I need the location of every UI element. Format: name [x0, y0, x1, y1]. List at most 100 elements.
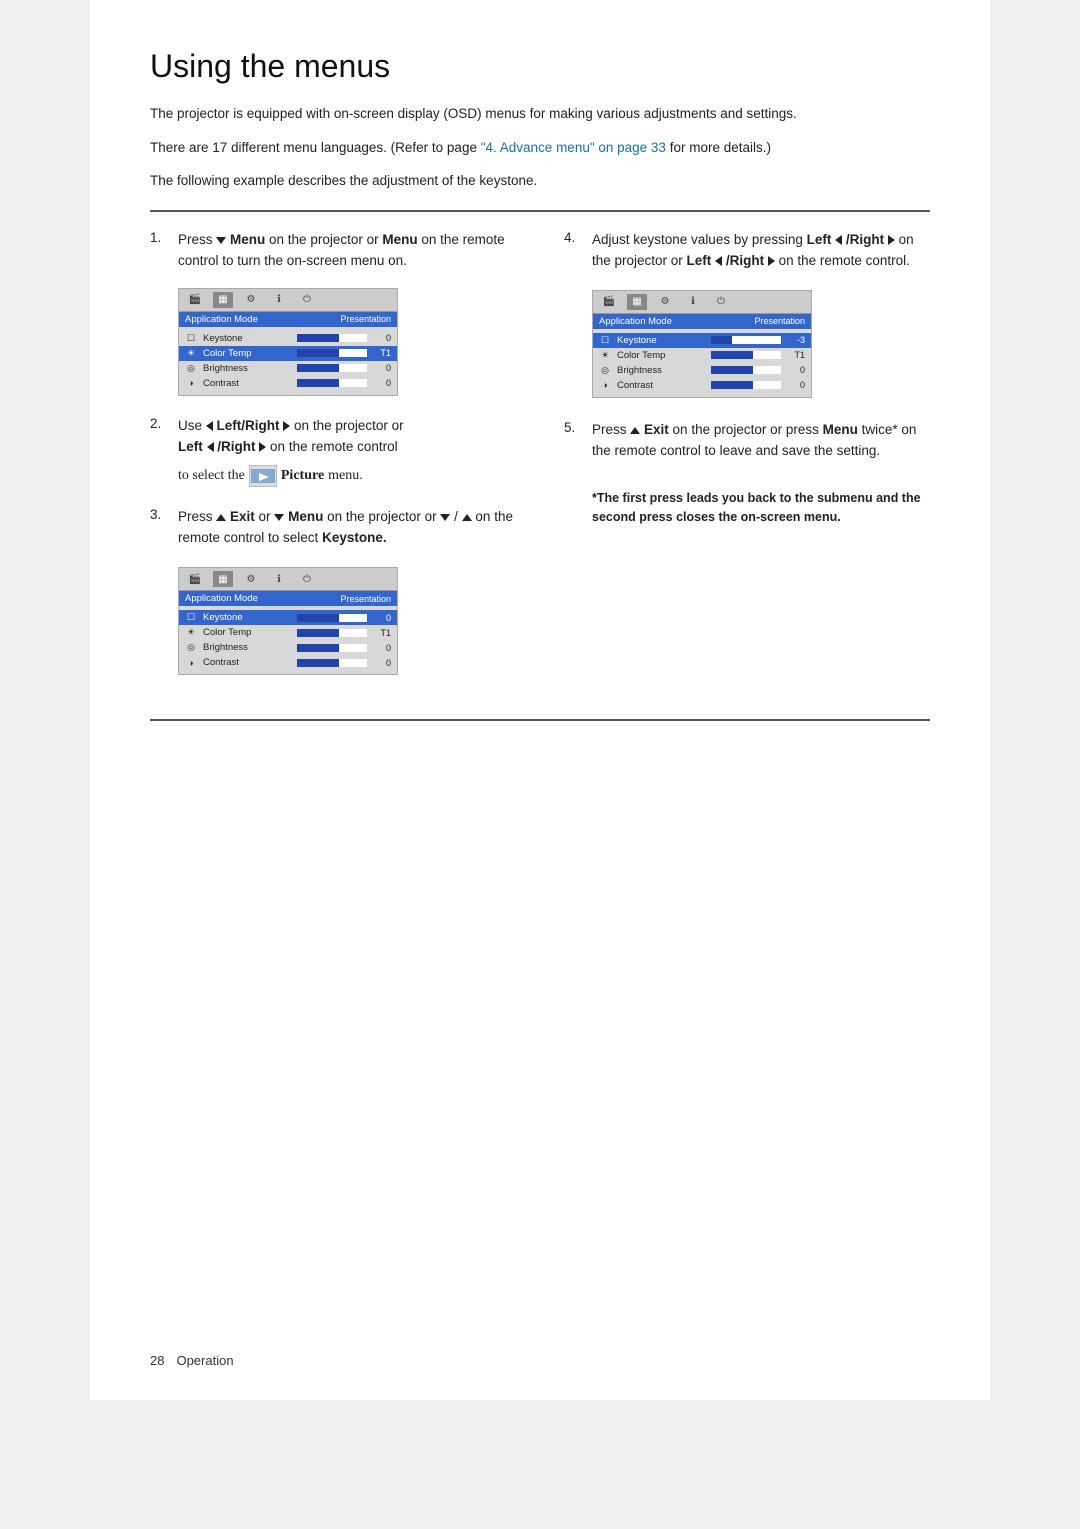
right-column: 4. Adjust keystone values by pressing Le…: [556, 230, 930, 696]
picture-menu-icon: [249, 465, 277, 487]
brightness-val-2: 0: [373, 643, 391, 653]
brightness-icon-1: ◎: [185, 363, 197, 374]
left-arrow-icon-4b: [715, 256, 722, 266]
menu-icon-power: ⏻: [297, 292, 317, 308]
step-4-num: 4.: [564, 230, 592, 245]
keystone-val-1: 0: [373, 333, 391, 343]
menu-titlebar-1: 🎬 ▦ ⚙ ℹ ⏻: [179, 289, 397, 312]
contrast-icon-3: ◑: [599, 380, 611, 390]
intro-paragraph-1: The projector is equipped with on-screen…: [150, 103, 930, 125]
contrast-icon-1: ◑: [185, 378, 197, 388]
menu-icon-info-3: ℹ: [683, 294, 703, 310]
intro2-suffix: for more details.): [666, 140, 771, 155]
colortemp-val-1: T1: [373, 348, 391, 358]
menu-row-contrast-2: ◑ Contrast 0: [179, 655, 397, 670]
brightness-bar-2: [297, 644, 367, 652]
colortemp-val-2: T1: [373, 628, 391, 638]
step-4-header: 4. Adjust keystone values by pressing Le…: [564, 230, 930, 272]
app-mode-label-3: Application Mode: [599, 316, 754, 327]
app-mode-row-2: Application Mode Presentation: [179, 591, 397, 606]
colortemp-icon-1: ☀: [185, 348, 197, 359]
intro-paragraph-2: There are 17 different menu languages. (…: [150, 137, 930, 159]
step-2-num: 2.: [150, 416, 178, 431]
footer-section-label: Operation: [176, 1353, 233, 1368]
step-2-picture-line: to select the Picture menu.: [178, 465, 516, 487]
colortemp-label-3: Color Temp: [617, 350, 705, 361]
advance-menu-link[interactable]: "4. Advance menu" on page 33: [481, 140, 666, 155]
step-1-num: 1.: [150, 230, 178, 245]
colortemp-bar-2: [297, 629, 367, 637]
menu-icons-1: 🎬 ▦ ⚙ ℹ ⏻: [185, 292, 317, 308]
app-mode-label-2: Application Mode: [185, 593, 340, 604]
keystone-bar-1: [297, 334, 367, 342]
step4-left-bold: Left: [807, 232, 832, 247]
page-title: Using the menus: [150, 48, 930, 85]
exit-up-arrow-icon: [216, 514, 226, 521]
step-5-text: Press Exit on the projector or press Men…: [592, 420, 930, 462]
menu-icon-display: ▦: [213, 292, 233, 308]
app-mode-label-1: Application Mode: [185, 314, 340, 325]
app-mode-row-1: Application Mode Presentation: [179, 312, 397, 327]
step2-picture-bold: Picture: [281, 468, 324, 484]
step-5-header: 5. Press Exit on the projector or press …: [564, 420, 930, 462]
menu-titlebar-2: 🎬 ▦ ⚙ ℹ ⏻: [179, 568, 397, 591]
menu-row-colortemp-2: ☀ Color Temp T1: [179, 625, 397, 640]
brightness-val-1: 0: [373, 363, 391, 373]
keystone-val-2: 0: [373, 613, 391, 623]
contrast-label-1: Contrast: [203, 378, 291, 389]
app-mode-row-3: Application Mode Presentation: [593, 314, 811, 329]
step-3-text: Press Exit or Menu on the projector or /…: [178, 507, 516, 549]
down-arrow-icon-3b: [440, 514, 450, 521]
contrast-bar-3: [711, 381, 781, 389]
menu-icon-film: 🎬: [185, 292, 205, 308]
footer-page-num: 28: [150, 1353, 164, 1368]
step-3: 3. Press Exit or Menu on the projector o…: [150, 507, 516, 675]
keystone-icon-3: ☐: [599, 335, 611, 346]
colortemp-label-1: Color Temp: [203, 348, 291, 359]
step-2-text: Use Left/Right on the projector or Left …: [178, 416, 516, 458]
step5-menu-bold: Menu: [823, 422, 858, 437]
step-1-text: Press Menu on the projector or Menu on t…: [178, 230, 516, 272]
menu-rows-1: ☐ Keystone 0 ☀ Color Temp T1 ◎: [179, 327, 397, 395]
contrast-icon-2: ◑: [185, 658, 197, 668]
menu-screenshot-3: 🎬 ▦ ⚙ ℹ ⏻ Application Mode Presentation: [592, 290, 812, 398]
step2-left-bold2: Left: [178, 439, 203, 454]
up-arrow-icon-3b: [462, 514, 472, 521]
menu-row-brightness-2: ◎ Brightness 0: [179, 640, 397, 655]
menu-icon-settings: ⚙: [241, 292, 261, 308]
contrast-bar-2: [297, 659, 367, 667]
right-arrow-icon-4a: [888, 235, 895, 245]
keystone-icon-2: ☐: [185, 612, 197, 623]
keystone-icon-1: ☐: [185, 333, 197, 344]
colortemp-label-2: Color Temp: [203, 627, 291, 638]
keystone-label-3: Keystone: [617, 335, 705, 346]
app-mode-val-2: Presentation: [340, 594, 391, 604]
menu-icon-settings-3: ⚙: [655, 294, 675, 310]
app-mode-val-1: Presentation: [340, 314, 391, 324]
step-2-header: 2. Use Left/Right on the projector or Le…: [150, 416, 516, 458]
step4-right-bold: /Right: [846, 232, 884, 247]
keystone-val-3: -3: [787, 335, 805, 345]
brightness-icon-3: ◎: [599, 365, 611, 376]
brightness-label-1: Brightness: [203, 363, 291, 374]
step-1-header: 1. Press Menu on the projector or Menu o…: [150, 230, 516, 272]
contrast-label-2: Contrast: [203, 657, 291, 668]
left-arrow-icon-2b: [207, 442, 214, 452]
brightness-bar-1: [297, 364, 367, 372]
step-4: 4. Adjust keystone values by pressing Le…: [564, 230, 930, 398]
footer: 28 Operation: [150, 1353, 234, 1368]
brightness-val-3: 0: [787, 365, 805, 375]
step2-toselect-text: to select the: [178, 468, 245, 484]
exit-up-arrow-icon-5: [630, 427, 640, 434]
step1-menu-bold: Menu: [230, 232, 265, 247]
contrast-val-1: 0: [373, 378, 391, 388]
step3-exit-bold: Exit: [230, 509, 255, 524]
menu-screenshot-2: 🎬 ▦ ⚙ ℹ ⏻ Application Mode Presentation: [178, 567, 398, 675]
menu-icon-display-3: ▦: [627, 294, 647, 310]
menu-row-contrast-3: ◑ Contrast 0: [593, 378, 811, 393]
intro2-prefix: There are 17 different menu languages. (…: [150, 140, 481, 155]
top-divider: [150, 210, 930, 212]
steps-container: 1. Press Menu on the projector or Menu o…: [150, 230, 930, 696]
menu-rows-2: ☐ Keystone 0 ☀ Color Temp T1 ◎: [179, 606, 397, 674]
contrast-label-3: Contrast: [617, 380, 705, 391]
